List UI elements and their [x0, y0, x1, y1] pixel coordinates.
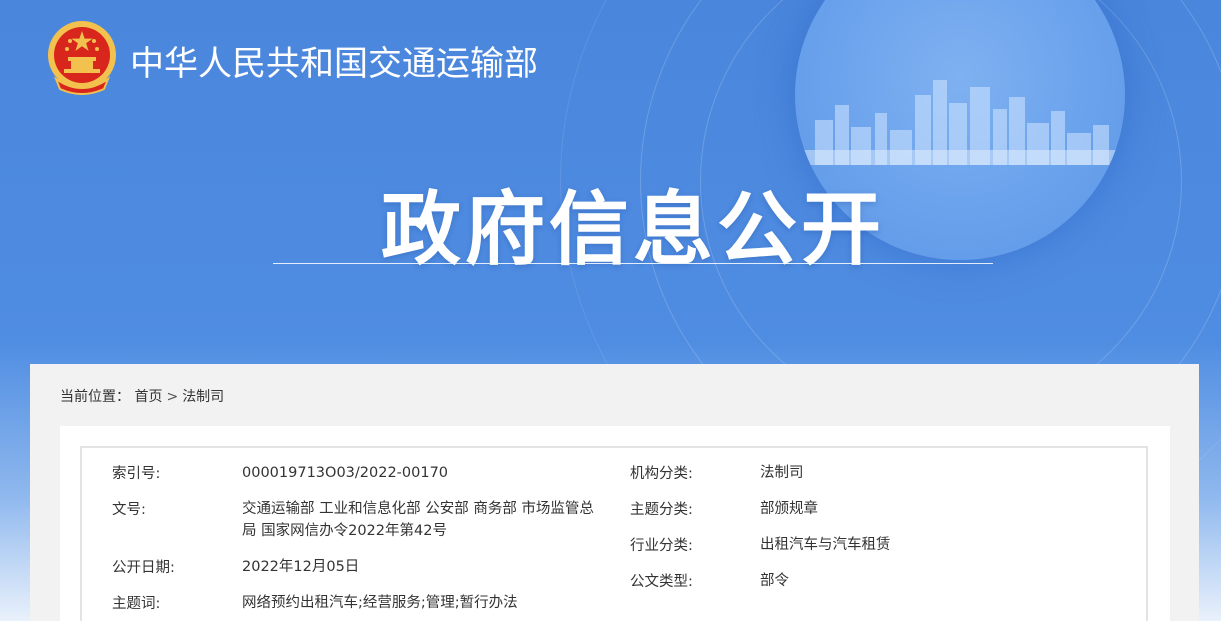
meta-key: 主题分类: — [630, 502, 693, 518]
meta-key: 主题词: — [112, 596, 161, 612]
meta-value: 出租汽车与汽车租赁 — [760, 537, 891, 553]
meta-value: 部颁规章 — [760, 501, 818, 517]
breadcrumb-prefix: 当前位置： — [60, 389, 130, 405]
meta-key: 公开日期: — [112, 560, 175, 576]
document-panel: 索引号: 000019713O03/2022-00170 文号: 交通运输部 工… — [60, 426, 1170, 621]
ministry-name[interactable]: 中华人民共和国交通运输部 — [130, 36, 538, 85]
breadcrumb-home-link[interactable]: 首页 — [134, 389, 162, 405]
national-emblem-icon — [48, 21, 116, 95]
meta-value: 000019713O03/2022-00170 — [242, 465, 449, 481]
breadcrumb: 当前位置： 首页 > 法制司 — [60, 386, 224, 406]
meta-value: 部令 — [760, 573, 789, 589]
document-meta-table: 索引号: 000019713O03/2022-00170 文号: 交通运输部 工… — [80, 446, 1148, 621]
title-divider — [273, 263, 993, 264]
meta-key: 机构分类: — [630, 466, 693, 482]
meta-value: 法制司 — [760, 465, 804, 481]
meta-key: 索引号: — [112, 466, 161, 482]
breadcrumb-current-link[interactable]: 法制司 — [182, 389, 224, 405]
meta-key: 行业分类: — [630, 538, 693, 554]
meta-value: 2022年12月05日 — [242, 559, 360, 575]
meta-value: 网络预约出租汽车;经营服务;管理;暂行办法 — [242, 595, 518, 611]
content-area: 当前位置： 首页 > 法制司 索引号: 000019713O03/2022-0017… — [30, 364, 1199, 621]
breadcrumb-separator: > — [166, 389, 179, 405]
meta-key: 文号: — [112, 502, 146, 518]
meta-value: 交通运输部 工业和信息化部 公安部 商务部 市场监管总局 国家网信办令2022年… — [242, 501, 594, 539]
meta-key: 公文类型: — [630, 574, 693, 590]
city-skyline-illustration — [795, 80, 1125, 165]
